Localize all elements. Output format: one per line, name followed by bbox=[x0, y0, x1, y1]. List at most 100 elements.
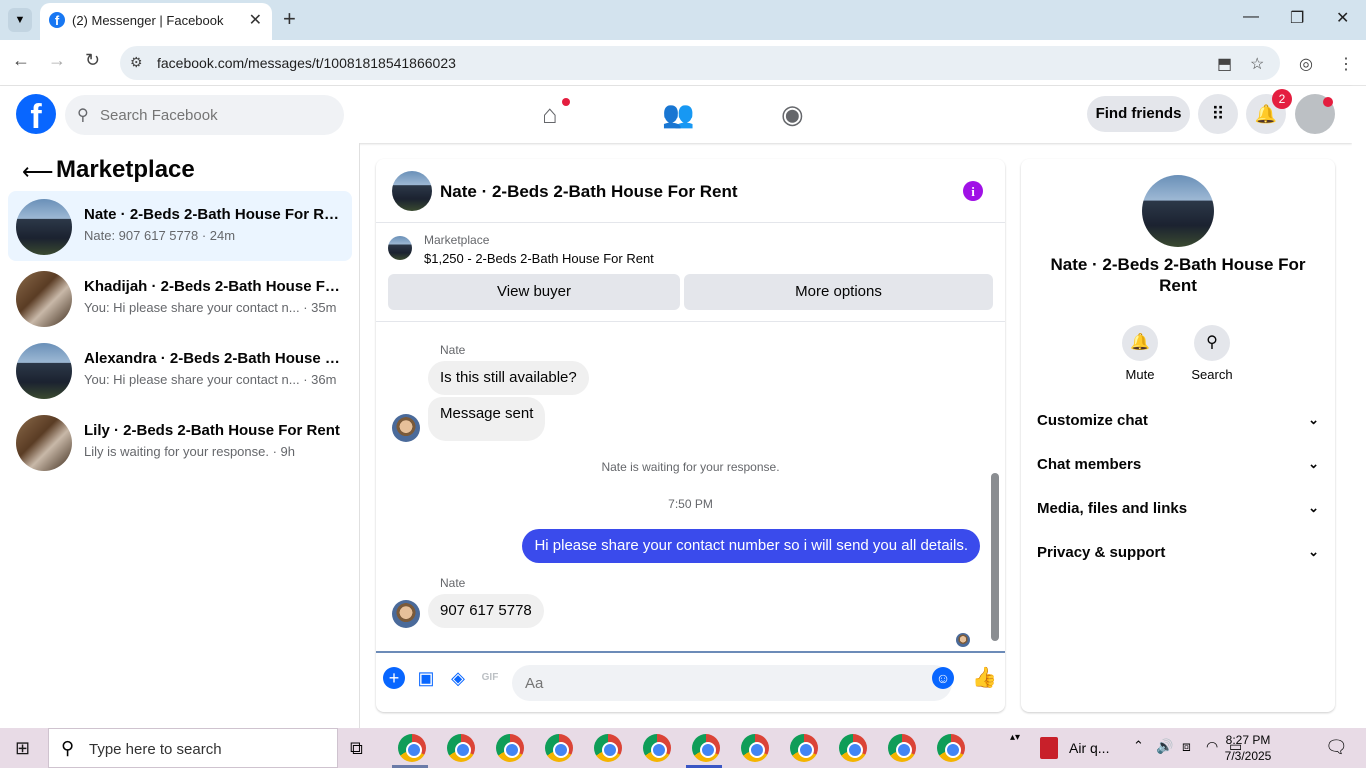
tab-title: (2) Messenger | Facebook bbox=[72, 13, 224, 28]
menu-grid-icon[interactable]: ⠿ bbox=[1198, 94, 1238, 134]
chrome-icon[interactable] bbox=[594, 734, 622, 762]
chrome-icon[interactable] bbox=[888, 734, 916, 762]
groups-icon[interactable]: ◉ bbox=[781, 99, 804, 130]
chrome-icon[interactable] bbox=[790, 734, 818, 762]
conversation-name: Nate · 2-Beds 2-Bath House For Re... bbox=[84, 206, 344, 223]
info-icon[interactable]: i bbox=[963, 181, 983, 201]
privacy-support-section[interactable]: Privacy & support ⌄ bbox=[1037, 544, 1319, 561]
chrome-icon[interactable] bbox=[937, 734, 965, 762]
restore-icon[interactable]: ❐ bbox=[1290, 8, 1304, 28]
chrome-icon[interactable] bbox=[643, 734, 671, 762]
conversation-preview: Lily is waiting for your response. · 9h bbox=[84, 444, 295, 459]
taskbar-search-text: Type here to search bbox=[89, 741, 222, 758]
url-text[interactable]: facebook.com/messages/t/1008181854186602… bbox=[157, 55, 456, 71]
message-scrollbar[interactable] bbox=[990, 333, 1000, 649]
chrome-icon[interactable] bbox=[741, 734, 769, 762]
media-files-links-section[interactable]: Media, files and links ⌄ bbox=[1037, 500, 1319, 517]
timestamp: 7:50 PM bbox=[668, 497, 713, 511]
show-hidden-icons[interactable]: ⌃ bbox=[1133, 738, 1144, 754]
attach-photo-icon[interactable]: ▣ bbox=[415, 667, 437, 689]
conversation-item[interactable]: Alexandra · 2-Beds 2-Bath House F... You… bbox=[8, 335, 352, 405]
chrome-icon[interactable] bbox=[496, 734, 524, 762]
sender-avatar[interactable] bbox=[392, 414, 420, 442]
chrome-icon[interactable] bbox=[839, 734, 867, 762]
browser-menu-icon[interactable]: ⋮ bbox=[1338, 54, 1354, 74]
tab-search-button[interactable]: ▼ bbox=[8, 8, 32, 32]
message-input[interactable] bbox=[512, 665, 952, 701]
message-bubble[interactable]: Is this still available? bbox=[428, 361, 589, 395]
mute-button[interactable]: 🔔 Mute bbox=[1110, 325, 1170, 382]
listing-label: Marketplace bbox=[424, 233, 490, 247]
search-input[interactable] bbox=[100, 95, 330, 135]
home-notification-dot bbox=[562, 98, 570, 106]
gif-icon[interactable]: GIF bbox=[479, 667, 501, 689]
close-tab-icon[interactable]: ✕ bbox=[249, 10, 262, 30]
contact-avatar[interactable] bbox=[1142, 175, 1214, 247]
reload-button[interactable]: ↻ bbox=[85, 50, 100, 71]
weather-text[interactable]: Air q... bbox=[1069, 740, 1109, 756]
facebook-logo-icon[interactable]: f bbox=[16, 94, 56, 134]
conversation-name: Lily · 2-Beds 2-Bath House For Rent bbox=[84, 422, 340, 439]
emoji-icon[interactable]: ☺ bbox=[932, 667, 954, 689]
taskbar-scroll-icon[interactable]: ▴▾ bbox=[1010, 732, 1020, 743]
taskbar-search[interactable]: ⚲ Type here to search bbox=[48, 728, 338, 768]
view-buyer-button[interactable]: View buyer bbox=[388, 274, 680, 310]
meet-now-icon[interactable]: ⧈ bbox=[1182, 738, 1191, 755]
network-icon[interactable]: ◠ bbox=[1206, 738, 1218, 755]
friends-icon[interactable]: 👥 bbox=[662, 99, 694, 130]
listing-price-title[interactable]: $1,250 - 2-Beds 2-Bath House For Rent bbox=[424, 251, 654, 266]
section-label: Chat members bbox=[1037, 456, 1142, 473]
close-window-icon[interactable]: ✕ bbox=[1336, 8, 1349, 28]
minimize-icon[interactable]: — bbox=[1243, 8, 1259, 26]
conversation-item[interactable]: Nate · 2-Beds 2-Bath House For Re... Nat… bbox=[8, 191, 352, 261]
volume-icon[interactable]: 🔊 bbox=[1156, 738, 1173, 755]
home-icon[interactable]: ⌂ bbox=[542, 99, 558, 130]
message-bubble[interactable]: 907 617 5778 bbox=[428, 594, 544, 628]
listing-thumbnail[interactable] bbox=[388, 236, 412, 260]
chat-avatar[interactable] bbox=[392, 171, 432, 211]
customize-chat-section[interactable]: Customize chat ⌄ bbox=[1037, 412, 1319, 429]
chrome-icon[interactable] bbox=[692, 734, 720, 762]
bookmark-star-icon[interactable]: ☆ bbox=[1250, 54, 1264, 74]
conversation-preview: You: Hi please share your contact n... ·… bbox=[84, 300, 337, 315]
message-sender: Nate bbox=[440, 343, 466, 357]
more-options-button[interactable]: More options bbox=[684, 274, 993, 310]
my-message-bubble[interactable]: Hi please share your contact number so i… bbox=[522, 529, 980, 563]
profile-icon[interactable]: ◎ bbox=[1299, 54, 1313, 74]
more-actions-icon[interactable]: + bbox=[383, 667, 405, 689]
install-app-icon[interactable]: ⬒ bbox=[1217, 54, 1232, 74]
like-thumb-icon[interactable]: 👍 bbox=[972, 667, 997, 689]
message-bubble[interactable]: Message sent bbox=[428, 397, 546, 441]
address-bar[interactable]: ⚙ facebook.com/messages/t/10081818541866… bbox=[120, 46, 1280, 80]
facebook-search[interactable]: ⚲ bbox=[65, 95, 344, 135]
chrome-icon[interactable] bbox=[398, 734, 426, 762]
forward-button[interactable]: → bbox=[48, 50, 66, 71]
search-label: Search bbox=[1191, 367, 1233, 382]
clock-time: 8:27 PM bbox=[1225, 733, 1271, 747]
windows-start-icon[interactable]: ⊞ bbox=[15, 738, 30, 759]
conversation-item[interactable]: Lily · 2-Beds 2-Bath House For Rent Lily… bbox=[8, 407, 352, 477]
conversation-preview: Nate: 907 617 5778 · 24m bbox=[84, 228, 236, 243]
chrome-icon[interactable] bbox=[545, 734, 573, 762]
site-info-icon[interactable]: ⚙ bbox=[130, 54, 143, 71]
back-button[interactable]: ← bbox=[12, 50, 30, 71]
browser-tab[interactable]: f (2) Messenger | Facebook ✕ bbox=[40, 3, 272, 40]
chat-title[interactable]: Nate · 2-Beds 2-Bath House For Rent bbox=[440, 182, 738, 202]
find-friends-button[interactable]: Find friends bbox=[1087, 96, 1190, 132]
task-view-icon[interactable]: ⧉ bbox=[350, 738, 363, 759]
back-arrow-icon[interactable]: ⟵ bbox=[22, 159, 54, 185]
conversation-item[interactable]: Khadijah · 2-Beds 2-Bath House Fo... You… bbox=[8, 263, 352, 333]
message-thread[interactable]: Nate Is this still available? Message se… bbox=[376, 323, 1005, 649]
scrollbar-thumb[interactable] bbox=[991, 473, 999, 641]
chat-header: Nate · 2-Beds 2-Bath House For Rent i bbox=[376, 159, 1005, 223]
chrome-icon[interactable] bbox=[447, 734, 475, 762]
search-conversation-button[interactable]: ⚲ Search bbox=[1182, 325, 1242, 382]
air-quality-icon[interactable] bbox=[1040, 737, 1058, 759]
sticker-icon[interactable]: ◈ bbox=[447, 667, 469, 689]
sender-avatar[interactable] bbox=[392, 600, 420, 628]
system-clock[interactable]: 8:27 PM 7/3/2025 bbox=[1222, 732, 1274, 764]
chat-members-section[interactable]: Chat members ⌄ bbox=[1037, 456, 1319, 473]
page-scrollbar[interactable] bbox=[1352, 86, 1366, 728]
action-center-icon[interactable]: 🗨 bbox=[1325, 737, 1348, 758]
new-tab-button[interactable]: + bbox=[283, 6, 296, 32]
